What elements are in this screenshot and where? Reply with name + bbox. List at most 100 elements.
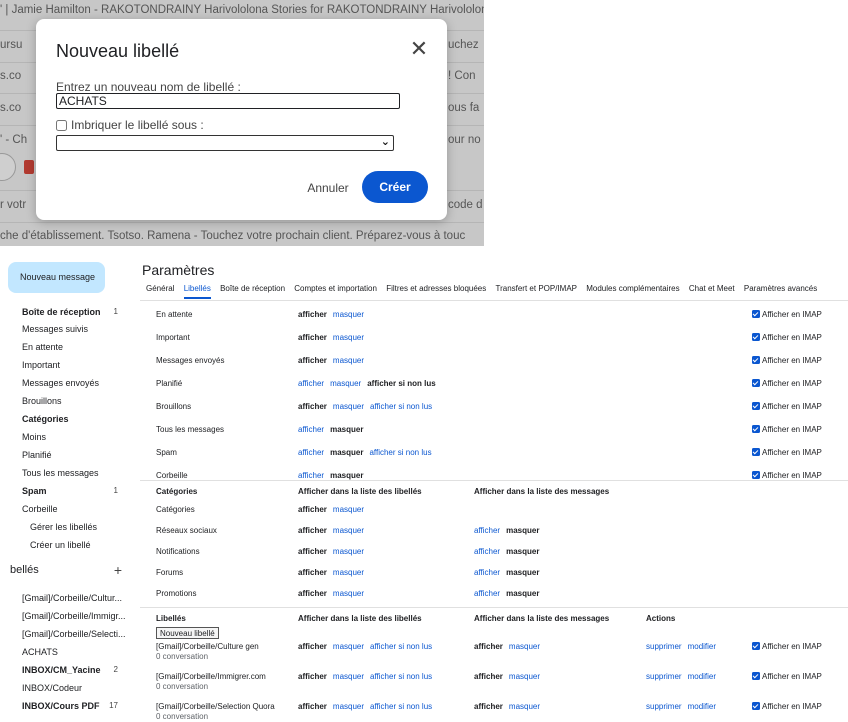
close-icon[interactable]: ✕ [407, 37, 431, 61]
create-button[interactable]: Créer [362, 171, 428, 203]
hide-option[interactable]: masquer [506, 526, 539, 535]
sidebar-label[interactable]: INBOX/Codeur [8, 679, 126, 697]
hide-option[interactable]: masquer [333, 333, 364, 342]
sidebar-label[interactable]: [Gmail]/Corbeille/Cultur... [8, 589, 126, 607]
hide-option[interactable]: masquer [506, 589, 539, 598]
show-option[interactable]: afficher [298, 448, 324, 457]
hide-option[interactable]: masquer [509, 672, 540, 681]
show-unread-option[interactable]: afficher si non lus [370, 672, 432, 681]
show-option[interactable]: afficher [298, 642, 327, 651]
show-option[interactable]: afficher [298, 310, 327, 319]
hide-option[interactable]: masquer [509, 642, 540, 651]
hide-option[interactable]: masquer [333, 568, 364, 577]
sidebar-label[interactable]: INBOX/Cours PDF 17 [8, 697, 126, 715]
show-option[interactable]: afficher [298, 356, 327, 365]
edit-link[interactable]: modifier [688, 672, 716, 681]
hide-option[interactable]: masquer [330, 425, 363, 434]
nest-label-checkbox[interactable] [56, 119, 67, 131]
hide-option[interactable]: masquer [333, 672, 364, 681]
hide-option[interactable]: masquer [509, 702, 540, 711]
show-option[interactable]: afficher [474, 642, 503, 651]
hide-option[interactable]: masquer [333, 547, 364, 556]
show-option[interactable]: afficher [474, 702, 503, 711]
edit-link[interactable]: modifier [688, 702, 716, 711]
hide-option[interactable]: masquer [330, 448, 363, 457]
sidebar-label[interactable]: [Gmail]/Corbeille/Selecti... [8, 625, 126, 643]
compose-button[interactable]: Nouveau message [8, 262, 105, 293]
hide-option[interactable]: masquer [333, 402, 364, 411]
sidebar-item-less[interactable]: Moins [8, 428, 126, 446]
tab-addons[interactable]: Modules complémentaires [586, 284, 679, 297]
new-label-button[interactable]: Nouveau libellé [156, 627, 219, 639]
show-unread-option[interactable]: afficher si non lus [370, 642, 432, 651]
show-option[interactable]: afficher [298, 589, 327, 598]
hide-option[interactable]: masquer [333, 642, 364, 651]
show-option[interactable]: afficher [474, 568, 500, 577]
show-option[interactable]: afficher [298, 505, 327, 514]
hide-option[interactable]: masquer [333, 526, 364, 535]
hide-option[interactable]: masquer [333, 356, 364, 365]
tab-general[interactable]: Général [146, 284, 174, 297]
show-option[interactable]: afficher [298, 379, 324, 388]
label-name-input[interactable] [56, 93, 400, 109]
show-unread-option[interactable]: afficher si non lus [370, 402, 432, 411]
show-option[interactable]: afficher [298, 526, 327, 535]
hide-option[interactable]: masquer [330, 471, 363, 480]
imap-toggle[interactable]: Afficher en IMAP [752, 304, 822, 326]
show-option[interactable]: afficher [298, 568, 327, 577]
show-option[interactable]: afficher [298, 702, 327, 711]
imap-toggle[interactable]: Afficher en IMAP [752, 640, 822, 654]
imap-toggle[interactable]: Afficher en IMAP [752, 442, 822, 464]
show-unread-option[interactable]: afficher si non lus [367, 379, 435, 388]
delete-link[interactable]: supprimer [646, 672, 682, 681]
show-option[interactable]: afficher [298, 547, 327, 556]
imap-toggle[interactable]: Afficher en IMAP [752, 419, 822, 441]
tab-filters[interactable]: Filtres et adresses bloquées [386, 284, 486, 297]
hide-option[interactable]: masquer [506, 568, 539, 577]
tab-accounts[interactable]: Comptes et importation [294, 284, 377, 297]
parent-label-select[interactable]: ⌄ [56, 135, 394, 151]
tab-forwarding[interactable]: Transfert et POP/IMAP [495, 284, 577, 297]
sidebar-item-create-label[interactable]: Créer un libellé [8, 536, 126, 554]
sidebar-item-inbox[interactable]: Boîte de réception 1 [8, 303, 126, 321]
sidebar-item-manage-labels[interactable]: Gérer les libellés [8, 518, 126, 536]
hide-option[interactable]: masquer [506, 547, 539, 556]
sidebar-item-scheduled[interactable]: Planifié [8, 446, 126, 464]
imap-toggle[interactable]: Afficher en IMAP [752, 396, 822, 418]
delete-link[interactable]: supprimer [646, 642, 682, 651]
imap-toggle[interactable]: Afficher en IMAP [752, 373, 822, 395]
show-option[interactable]: afficher [298, 425, 324, 434]
show-option[interactable]: afficher [474, 547, 500, 556]
imap-toggle[interactable]: Afficher en IMAP [752, 670, 822, 684]
hide-option[interactable]: masquer [330, 379, 361, 388]
show-option[interactable]: afficher [298, 672, 327, 681]
tab-advanced[interactable]: Paramètres avancés [744, 284, 817, 297]
show-option[interactable]: afficher [474, 526, 500, 535]
sidebar-item-snoozed[interactable]: En attente [8, 338, 126, 356]
imap-toggle[interactable]: Afficher en IMAP [752, 350, 822, 372]
hide-option[interactable]: masquer [333, 702, 364, 711]
sidebar-item-starred[interactable]: Messages suivis [8, 320, 126, 338]
show-option[interactable]: afficher [474, 672, 503, 681]
show-unread-option[interactable]: afficher si non lus [369, 448, 431, 457]
sidebar-label[interactable]: ACHATS [8, 643, 126, 661]
show-unread-option[interactable]: afficher si non lus [370, 702, 432, 711]
cancel-button[interactable]: Annuler [298, 173, 358, 203]
sidebar-item-sent[interactable]: Messages envoyés [8, 374, 126, 392]
hide-option[interactable]: masquer [333, 310, 364, 319]
show-option[interactable]: afficher [298, 333, 327, 342]
imap-toggle[interactable]: Afficher en IMAP [752, 327, 822, 349]
show-option[interactable]: afficher [298, 402, 327, 411]
sidebar-label[interactable]: INBOX/CM_Yacine 2 [8, 661, 126, 679]
sidebar-item-important[interactable]: Important [8, 356, 126, 374]
sidebar-item-drafts[interactable]: Brouillons [8, 392, 126, 410]
hide-option[interactable]: masquer [333, 505, 364, 514]
sidebar-item-spam[interactable]: Spam 1 [8, 482, 126, 500]
tab-inbox[interactable]: Boîte de réception [220, 284, 285, 297]
tab-labels[interactable]: Libellés [183, 284, 211, 299]
sidebar-item-all-mail[interactable]: Tous les messages [8, 464, 126, 482]
tab-chat-meet[interactable]: Chat et Meet [689, 284, 735, 297]
show-option[interactable]: afficher [474, 589, 500, 598]
delete-link[interactable]: supprimer [646, 702, 682, 711]
add-label-icon[interactable]: + [114, 562, 122, 578]
